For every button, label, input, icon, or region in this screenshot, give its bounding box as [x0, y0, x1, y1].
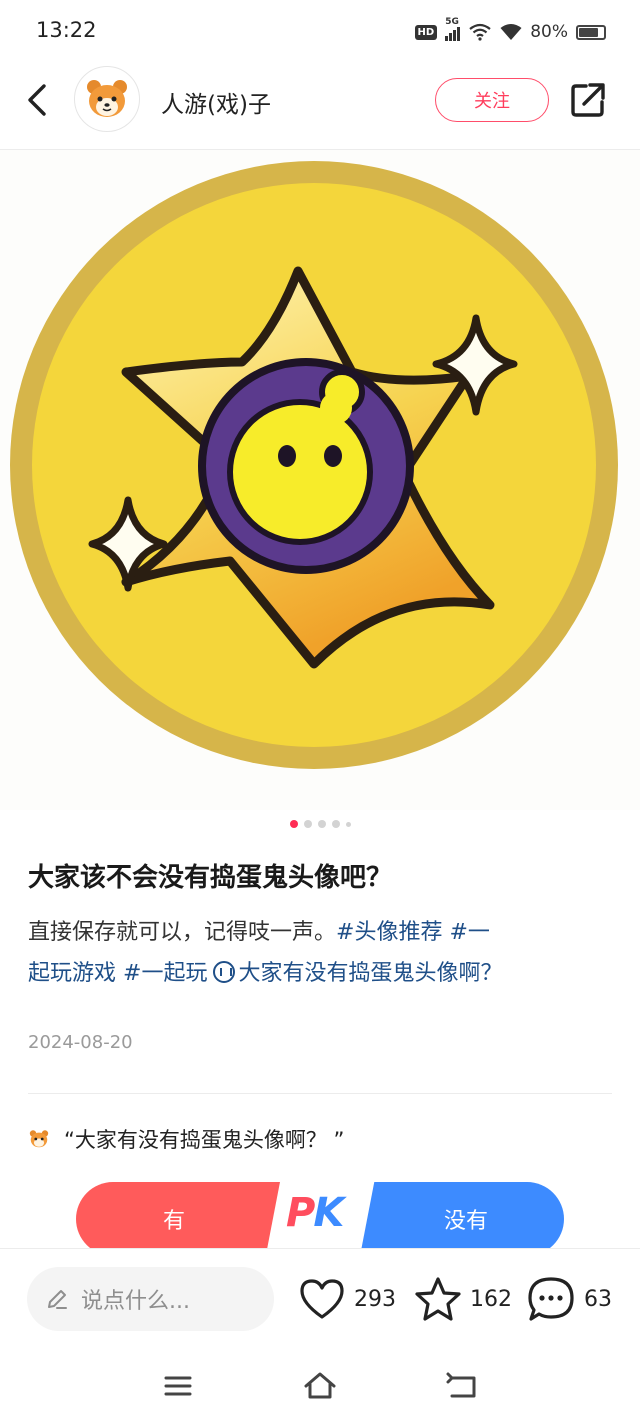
wifi-calling-icon	[469, 23, 491, 41]
tag-avatar-recommend[interactable]: #头像推荐	[336, 920, 442, 945]
like-button[interactable]: 293	[298, 1275, 396, 1323]
comment-input[interactable]: 说点什么...	[27, 1267, 274, 1331]
home-icon	[304, 1372, 336, 1399]
like-count: 293	[354, 1286, 396, 1312]
post-header: 人游(戏)子 关注	[0, 64, 640, 150]
comment-bubble-icon	[528, 1277, 574, 1321]
home-button[interactable]	[302, 1368, 338, 1404]
carousel-dot	[303, 820, 312, 828]
post-image[interactable]	[0, 150, 640, 810]
chevron-left-icon	[28, 84, 46, 116]
hamster-avatar-icon	[29, 1130, 49, 1148]
pk-label: PK	[286, 1190, 344, 1236]
post-date: 2024-08-20	[28, 1032, 133, 1053]
back-button[interactable]	[18, 80, 58, 120]
battery-percent: 80%	[530, 22, 568, 42]
topic-icon	[213, 961, 236, 983]
carousel-dot	[345, 821, 351, 827]
carousel-dot	[331, 820, 340, 828]
vote-no-button[interactable]: 没有	[360, 1182, 564, 1256]
post-text: 直接保存就可以，记得吱一声。	[28, 920, 337, 945]
trickster-coin-illustration	[10, 161, 618, 769]
menu-icon	[164, 1376, 192, 1396]
status-indicators: HD 5G 80%	[414, 17, 606, 44]
share-out-icon	[571, 83, 605, 117]
carousel-dot	[317, 820, 326, 828]
menu-button[interactable]	[160, 1368, 196, 1404]
hamster-avatar-icon	[87, 80, 127, 117]
battery-fill	[579, 27, 599, 37]
comment-count: 63	[584, 1286, 612, 1312]
post-title: 大家该不会没有捣蛋鬼头像吧？	[28, 863, 393, 893]
wifi-icon	[500, 24, 522, 40]
vote-yes-button[interactable]: 有	[76, 1182, 280, 1256]
network-type: 5G	[445, 17, 459, 27]
battery-icon	[576, 24, 606, 40]
status-bar: 13:22 HD 5G 80%	[0, 0, 640, 64]
topic-link[interactable]: 大家有没有捣蛋鬼头像啊？	[207, 961, 502, 986]
carousel-indicator	[0, 818, 640, 830]
signal-icon: 5G	[445, 17, 461, 41]
comment-placeholder: 说点什么...	[81, 1289, 190, 1314]
divider	[28, 1093, 612, 1094]
pencil-icon	[48, 1290, 67, 1309]
favorite-button[interactable]: 162	[414, 1275, 512, 1323]
author-avatar[interactable]	[74, 66, 140, 132]
post-body: 直接保存就可以，记得吱一声。#头像推荐 #一 起玩游戏 #一起玩 大家有没有捣蛋鬼头…	[28, 912, 618, 994]
vote-header: “大家有没有捣蛋鬼头像啊？ ”	[28, 1123, 344, 1155]
author-name[interactable]: 人游(戏)子	[161, 85, 271, 119]
favorite-count: 162	[470, 1286, 512, 1312]
return-button[interactable]	[444, 1368, 480, 1404]
star-icon	[415, 1277, 461, 1321]
heart-icon	[300, 1279, 344, 1319]
comment-button[interactable]: 63	[526, 1275, 612, 1323]
return-icon	[446, 1372, 476, 1398]
vote-title: “大家有没有捣蛋鬼头像啊？ ”	[64, 1128, 345, 1152]
status-time: 13:22	[36, 18, 97, 42]
tag-play-together[interactable]: #一起玩	[123, 961, 207, 986]
share-button[interactable]	[568, 80, 608, 120]
hd-badge: HD	[414, 24, 438, 40]
follow-button[interactable]: 关注	[435, 78, 549, 122]
system-nav-bar	[0, 1350, 640, 1422]
carousel-dot	[289, 820, 298, 828]
bottom-action-bar: 说点什么... 293 162 63	[0, 1248, 640, 1350]
